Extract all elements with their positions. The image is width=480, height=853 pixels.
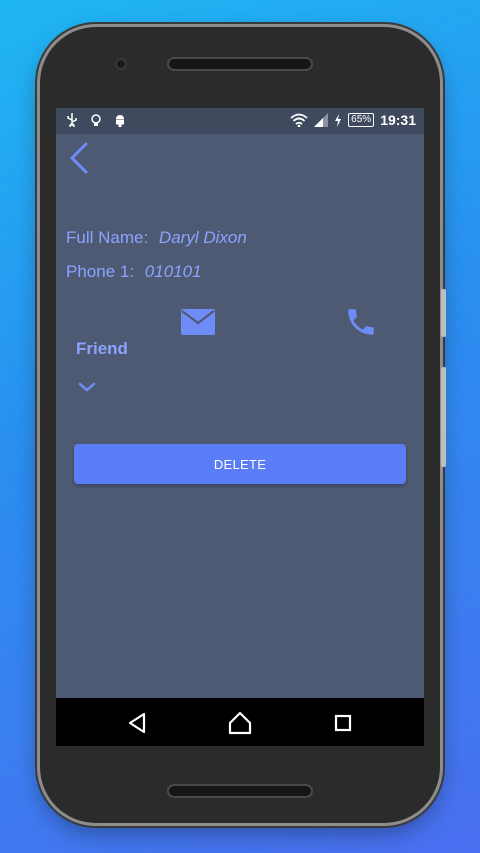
delete-button[interactable]: DELETE — [74, 444, 406, 484]
android-icon — [116, 115, 124, 127]
status-bar: 65% 19:31 — [56, 108, 424, 134]
full-name-row: Full Name: Daryl Dixon — [66, 228, 247, 248]
category-label: Friend — [76, 339, 128, 358]
battery-level: 65% — [348, 113, 375, 127]
signal-icon — [314, 113, 329, 127]
app-screen: 65% 19:31 Full Name: Daryl Dixon Phone 1… — [56, 108, 424, 746]
phone-label: Phone 1: — [66, 262, 135, 281]
recent-apps-icon[interactable] — [330, 710, 356, 736]
email-icon[interactable] — [180, 308, 216, 336]
lightbulb-icon — [91, 114, 101, 126]
wifi-icon — [290, 113, 308, 127]
volume-button — [441, 367, 446, 467]
full-name-value: Daryl Dixon — [158, 228, 247, 247]
navigation-bar — [56, 698, 424, 746]
bottom-speaker — [169, 786, 311, 796]
chevron-down-icon[interactable] — [78, 380, 96, 394]
back-arrow-icon[interactable] — [66, 142, 94, 174]
charging-icon — [335, 113, 342, 127]
phone-icon[interactable] — [344, 305, 378, 339]
full-name-label: Full Name: — [66, 228, 149, 247]
power-button — [441, 289, 446, 337]
phone-value: 010101 — [144, 262, 202, 281]
top-speaker — [169, 59, 311, 69]
clock: 19:31 — [380, 112, 416, 128]
home-icon[interactable] — [227, 710, 253, 736]
phone-frame: 65% 19:31 Full Name: Daryl Dixon Phone 1… — [40, 27, 446, 823]
phone-row: Phone 1: 010101 — [66, 262, 202, 282]
back-triangle-icon[interactable] — [124, 710, 150, 736]
usb-icon — [67, 113, 77, 127]
front-camera — [115, 58, 127, 70]
